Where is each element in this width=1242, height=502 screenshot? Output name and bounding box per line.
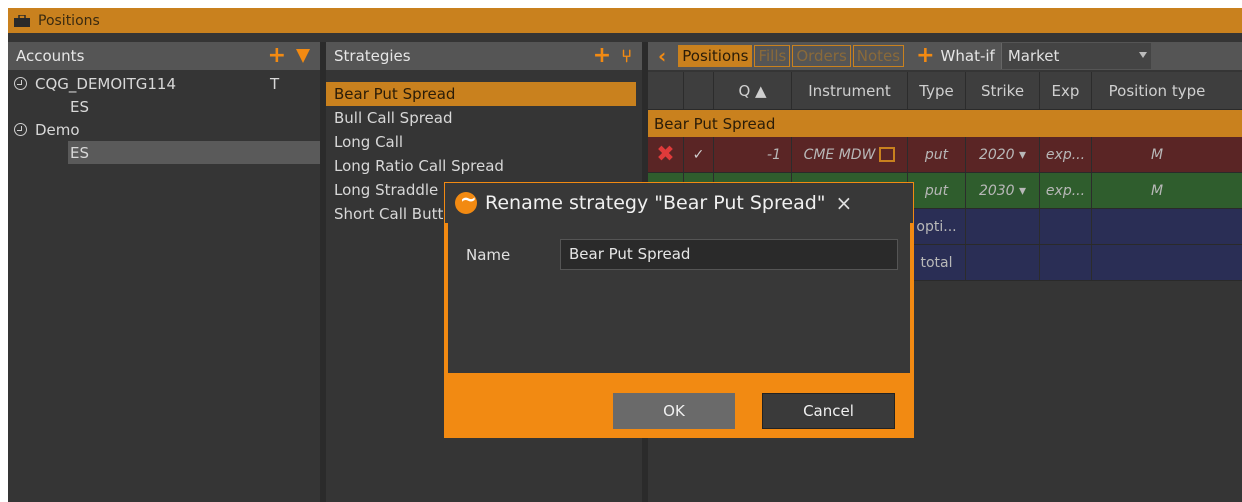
- ptype-cell: M: [1150, 182, 1164, 199]
- whatif-button[interactable]: + What-if: [916, 45, 995, 67]
- briefcase-icon: [14, 13, 30, 27]
- add-account-icon[interactable]: +: [268, 45, 286, 67]
- strategy-item-selected[interactable]: Bear Put Spread: [326, 82, 636, 106]
- exp-cell: exp...: [1040, 173, 1092, 208]
- dialog-body: Name Bear Put Spread: [445, 223, 913, 373]
- delete-icon[interactable]: ✖: [656, 142, 674, 167]
- filter-icon[interactable]: [296, 49, 310, 63]
- dialog-footer: OK Cancel: [445, 373, 913, 437]
- window-titlebar: Positions: [8, 8, 1242, 33]
- type-cell: opti...: [908, 209, 966, 244]
- account-flag: T: [270, 74, 280, 93]
- col-header-instrument[interactable]: Instrument: [792, 72, 908, 109]
- back-icon[interactable]: ‹: [658, 44, 666, 68]
- account-symbol: ES: [70, 97, 89, 116]
- account-name: Demo: [35, 120, 80, 139]
- type-cell: put: [908, 173, 966, 208]
- whatif-label: What-if: [940, 47, 995, 65]
- strategy-group-row[interactable]: Bear Put Spread: [648, 110, 1242, 137]
- account-name: CQG_DEMOITG114: [35, 74, 177, 93]
- instrument-cell: CME MDW: [792, 137, 908, 172]
- account-subrow[interactable]: ES: [8, 95, 320, 118]
- market-select[interactable]: Market: [1000, 43, 1151, 69]
- add-icon: +: [916, 43, 935, 68]
- collapse-icon[interactable]: [14, 77, 27, 90]
- dialog-title: Rename strategy "Bear Put Spread": [485, 192, 826, 214]
- positions-tabbar: ‹ Positions Fills Orders Notes + What-if…: [648, 42, 1242, 70]
- close-icon[interactable]: ×: [836, 191, 853, 215]
- collapse-icon[interactable]: [14, 123, 27, 136]
- qty-cell: -1: [714, 137, 792, 172]
- col-header-q[interactable]: Q ▲: [714, 72, 792, 109]
- col-header-exp[interactable]: Exp: [1040, 72, 1092, 109]
- ok-button[interactable]: OK: [613, 393, 735, 429]
- window-title: Positions: [38, 12, 100, 29]
- accounts-header-label: Accounts: [16, 47, 85, 65]
- type-cell: total: [908, 245, 966, 280]
- name-label: Name: [466, 246, 511, 264]
- tab-fills[interactable]: Fills: [754, 45, 791, 67]
- account-row[interactable]: Demo: [8, 118, 320, 141]
- table-row[interactable]: ✖ ✓ -1 CME MDW put 2020 ▾ exp... M: [648, 137, 1242, 173]
- cancel-button[interactable]: Cancel: [762, 393, 895, 429]
- strategy-item[interactable]: Long Call: [326, 130, 642, 154]
- calendar-icon[interactable]: [879, 147, 896, 162]
- name-field[interactable]: Bear Put Spread: [560, 239, 898, 270]
- tab-positions[interactable]: Positions: [678, 45, 753, 67]
- branch-icon[interactable]: ⑂: [621, 46, 632, 67]
- dialog-titlebar: Rename strategy "Bear Put Spread" ×: [445, 183, 913, 223]
- check-icon[interactable]: ✓: [693, 147, 705, 163]
- strike-cell[interactable]: 2030 ▾: [966, 173, 1040, 208]
- strategies-header: Strategies + ⑂: [326, 42, 642, 70]
- strategy-item[interactable]: Long Ratio Call Spread: [326, 154, 642, 178]
- exp-cell: exp...: [1040, 137, 1092, 172]
- rename-strategy-dialog: Rename strategy "Bear Put Spread" × Name…: [444, 182, 914, 438]
- accounts-header: Accounts +: [8, 42, 320, 70]
- col-header-blank: [684, 72, 714, 109]
- app-logo-icon: [455, 187, 477, 214]
- type-cell: put: [908, 137, 966, 172]
- account-row[interactable]: CQG_DEMOITG114 T: [8, 72, 320, 95]
- tab-notes[interactable]: Notes: [852, 45, 905, 67]
- col-header-type[interactable]: Type: [908, 72, 966, 109]
- col-header-strike[interactable]: Strike: [966, 72, 1040, 109]
- chevron-down-icon: [1138, 52, 1147, 58]
- market-select-value: Market: [1007, 47, 1060, 65]
- grid-header: Q ▲ Instrument Type Strike Exp Position …: [648, 72, 1242, 110]
- account-subrow-selected[interactable]: ES: [68, 141, 320, 164]
- col-header-blank: [648, 72, 684, 109]
- strategies-header-label: Strategies: [334, 47, 411, 65]
- tab-orders[interactable]: Orders: [792, 45, 851, 67]
- strike-cell[interactable]: 2020 ▾: [966, 137, 1040, 172]
- account-symbol: ES: [70, 143, 89, 162]
- positions-window: Positions Accounts + Strategies + ⑂ CQG_…: [8, 8, 1242, 502]
- add-strategy-icon[interactable]: +: [593, 45, 611, 67]
- col-header-position-type[interactable]: Position type: [1092, 72, 1222, 109]
- ptype-cell: M: [1150, 146, 1164, 163]
- strategy-item[interactable]: Bull Call Spread: [326, 106, 642, 130]
- accounts-list: CQG_DEMOITG114 T ES Demo ES: [8, 72, 320, 164]
